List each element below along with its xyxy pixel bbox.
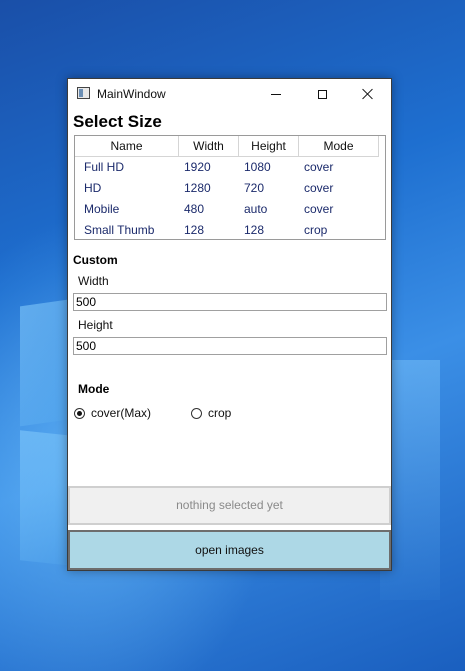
maximize-button[interactable]	[299, 79, 345, 109]
cell-name: Mobile	[84, 202, 120, 216]
cell-width: 1280	[184, 181, 211, 195]
table-header: Name Width Height Mode	[75, 136, 379, 157]
cell-width: 128	[184, 223, 205, 237]
selection-status-button[interactable]: nothing selected yet	[68, 486, 391, 525]
table-row[interactable]: HD 1280 720 cover	[75, 178, 379, 199]
cell-width: 1920	[184, 160, 211, 174]
custom-section-title: Custom	[73, 253, 118, 267]
radio-label: cover(Max)	[91, 406, 152, 420]
cell-mode: crop	[304, 223, 328, 237]
table-row[interactable]: Mobile 480 auto cover	[75, 199, 379, 220]
close-button[interactable]	[345, 79, 391, 109]
maximize-icon	[317, 89, 327, 99]
page-title: Select Size	[73, 112, 162, 131]
table-row[interactable]: Full HD 1920 1080 cover	[75, 157, 379, 178]
cell-name: Small Thumb	[84, 223, 155, 237]
app-window-icon	[77, 87, 90, 99]
cell-width: 480	[184, 202, 205, 216]
size-table: Name Width Height Mode Full HD 1920 1080…	[74, 135, 386, 240]
window-title: MainWindow	[97, 87, 166, 101]
height-label: Height	[78, 318, 113, 332]
column-header-width[interactable]: Width	[179, 136, 239, 156]
cell-name: Full HD	[84, 160, 125, 174]
column-header-name[interactable]: Name	[75, 136, 179, 156]
minimize-icon	[271, 93, 281, 95]
main-window: MainWindow Select Size Name Width Height…	[67, 78, 392, 571]
mode-section-title: Mode	[78, 382, 110, 396]
radio-crop[interactable]: crop	[191, 406, 231, 420]
radio-unselected-icon	[191, 407, 202, 419]
open-images-button[interactable]: open images	[68, 530, 391, 570]
close-icon	[362, 88, 374, 100]
cell-height: 128	[244, 223, 265, 237]
title-bar[interactable]: MainWindow	[68, 79, 391, 109]
radio-cover-max[interactable]: cover(Max)	[74, 406, 151, 420]
cell-mode: cover	[304, 202, 334, 216]
width-input[interactable]: 500	[73, 293, 387, 311]
radio-label: crop	[208, 406, 232, 420]
cell-name: HD	[84, 181, 102, 195]
table-row[interactable]: Small Thumb 128 128 crop	[75, 220, 379, 241]
cell-mode: cover	[304, 160, 334, 174]
cell-height: 720	[244, 181, 265, 195]
cell-mode: cover	[304, 181, 334, 195]
minimize-button[interactable]	[253, 79, 299, 109]
column-header-mode[interactable]: Mode	[299, 136, 379, 156]
column-header-height[interactable]: Height	[239, 136, 299, 156]
radio-selected-icon	[74, 407, 85, 419]
cell-height: auto	[244, 202, 268, 216]
cell-height: 1080	[244, 160, 271, 174]
height-input[interactable]: 500	[73, 337, 387, 355]
width-label: Width	[78, 274, 109, 288]
